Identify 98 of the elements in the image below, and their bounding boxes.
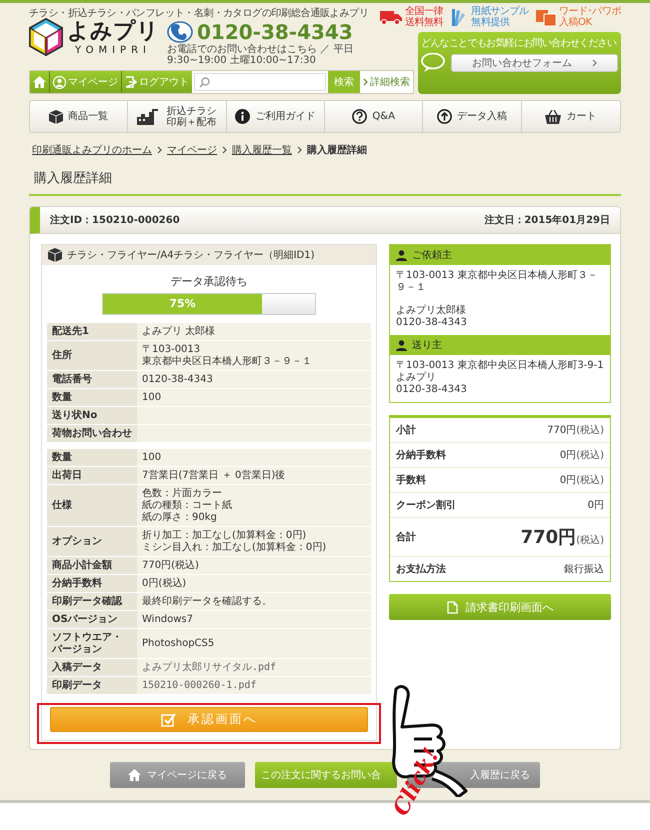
table-cell: 150210-000260-1.pdf [137,676,371,694]
person-icon [396,340,407,350]
table-cell: 〒103-0013 東京都中央区日本橋人形町３－９－１ [137,340,371,370]
table-cell: ソフトウエア・ バージョン [47,628,137,658]
total-value: 770円(税込) [547,424,604,437]
total-label: 分納手数料 [396,448,446,462]
total-label: 合計 [396,530,416,544]
phone-icon [167,21,193,43]
total-label: 小計 [396,424,416,437]
table-cell: 最終印刷データを確認する。 [137,592,371,610]
total-value: 770円(税込) [520,526,604,549]
basket-icon [545,110,562,124]
invoice-button[interactable]: 請求書印刷画面へ [389,594,611,620]
item-title: チラシ・フライヤー/A4チラシ・フライヤー（明細ID1) [67,249,314,262]
phone-hours: お電話でのお問い合わせはこちら ／ 平日9:30~19:00 土曜10:00~17:30 [167,44,354,66]
breadcrumb-link[interactable]: 購入履歴一覧 [232,143,292,157]
table-cell: 配送先1 [47,323,137,340]
table-cell: 商品小計金額 [47,556,137,574]
badge-label[interactable]: 用紙サンプル 無料提供 [471,6,529,28]
table-cell: 入稿データ [47,658,137,676]
address-text: よみプリ太郎様 0120-38-4343 [396,305,468,329]
table-cell: 770円(税込) [137,556,371,574]
person-icon [396,250,407,260]
info-icon [235,109,250,124]
table-cell: 分納手数料 [47,574,137,592]
table-cell: 仕様 [47,484,137,526]
table-cell: PhotoshopCS5 [137,628,371,658]
badge-label[interactable]: ワード･パワポ 入稿OK [558,6,621,28]
table-cell: 出荷日 [47,466,137,484]
tagline: チラシ・折込チラシ・パンフレット・名刺・カタログの印刷総合通販よみプリ [29,6,370,19]
nav-item[interactable]: 商品一覧 [30,101,128,132]
table-cell: 印刷データ [47,676,137,694]
breadcrumb-link[interactable]: マイページ [167,143,217,157]
checkbox-icon [160,712,176,726]
total-value: 0円 [588,499,604,512]
table-cell: 送り状No [47,406,137,424]
table-cell: よみプリ太郎リサイタル.pdf [137,658,371,676]
cube-logo-icon [29,18,63,56]
table-cell: 数量 [47,388,137,406]
speech-bubble-icon [421,53,445,73]
contact-message: どんなことでもお気軽にお問い合わせください [421,37,618,50]
nav-item[interactable]: ご利用ガイド [226,101,325,132]
status-label: データ承認待ち [170,274,248,289]
document-icon [446,600,458,614]
table-cell: Windows7 [137,610,371,628]
total-value: 0円(税込) [560,448,604,462]
chevron-icon [592,59,597,67]
table-cell: 100 [137,449,371,466]
table-cell: OSバージョン [47,610,137,628]
table-cell: 7営業日(7営業日 ＋ 0営業日)後 [137,466,371,484]
upload-icon [436,109,452,124]
table-cell: 色数：片面カラー 紙の種類：コート紙 紙の厚さ：90kg [137,484,371,526]
mypage-back-button[interactable]: マイページに戻る [110,762,245,788]
chevron-icon [222,146,227,154]
address-text: 〒103-0013 東京都中央区日本橋人形町３－９－１ [396,270,598,294]
table-cell: 荷物お問い合わせ [47,424,137,442]
progress-reading: 75% [168,297,197,310]
table-cell: 印刷データ確認 [47,592,137,610]
box-icon [49,110,64,124]
table-cell: 100 [137,388,371,406]
nav-item[interactable]: カート [522,101,620,132]
truck-icon [380,9,402,25]
total-label: クーポン割引 [396,498,456,512]
chevron-icon [157,146,162,154]
order-id: 注文ID：150210-000260 [50,213,180,227]
address-text: 〒103-0013 東京都中央区日本橋人形町3-9-1 よみプリ 0120-38-4343 [396,360,604,396]
total-label: お支払方法 [396,562,446,576]
badge-label[interactable]: 全国一律 送料無料 [404,6,444,28]
breadcrumb-link[interactable]: 印刷通販よみプリのホーム [32,143,152,157]
table-cell: 折り加工：加工なし(加算料金：0円) ミシン目入れ：加工なし(加算料金：0円) [137,526,371,556]
table-cell: 住所 [47,340,137,370]
page-title: 購入履歴詳細 [34,170,113,188]
table-cell: 0120-38-4343 [137,370,371,388]
nav-item[interactable]: Q&A [325,101,424,132]
breadcrumb-current: 購入履歴詳細 [307,144,367,157]
nav-item[interactable]: 折込チラシ 印刷＋配布 [128,101,227,132]
box-icon [48,248,62,262]
question-icon [352,109,368,124]
table-cell: よみプリ 太郎様 [137,323,371,340]
logo-wordmark: よみプリ [67,18,159,44]
logo-subtitle: YOMIPRI [75,44,151,56]
table-cell: 電話番号 [47,370,137,388]
total-label: 手数料 [396,474,426,487]
home-icon [128,769,141,781]
phone-number: 0120-38-4343 [197,20,353,44]
total-value: 0円(税込) [560,474,604,487]
contact-form-button[interactable]: お問い合わせフォーム [451,54,618,72]
table-cell: オプション [47,526,137,556]
table-cell: 0円(税込) [137,574,371,592]
total-value: 銀行振込 [564,562,604,576]
section-title: ご依頼主 [412,248,452,262]
nav-item[interactable]: データ入稿 [423,101,522,132]
document-icon [536,8,556,26]
inquiry-button[interactable]: この注文に関するお問い合 [255,762,397,788]
section-title: 送り主 [412,338,442,352]
chevron-icon [297,146,302,154]
order-date: 注文日：2015年01月29日 [484,213,610,227]
table-cell: 数量 [47,449,137,466]
